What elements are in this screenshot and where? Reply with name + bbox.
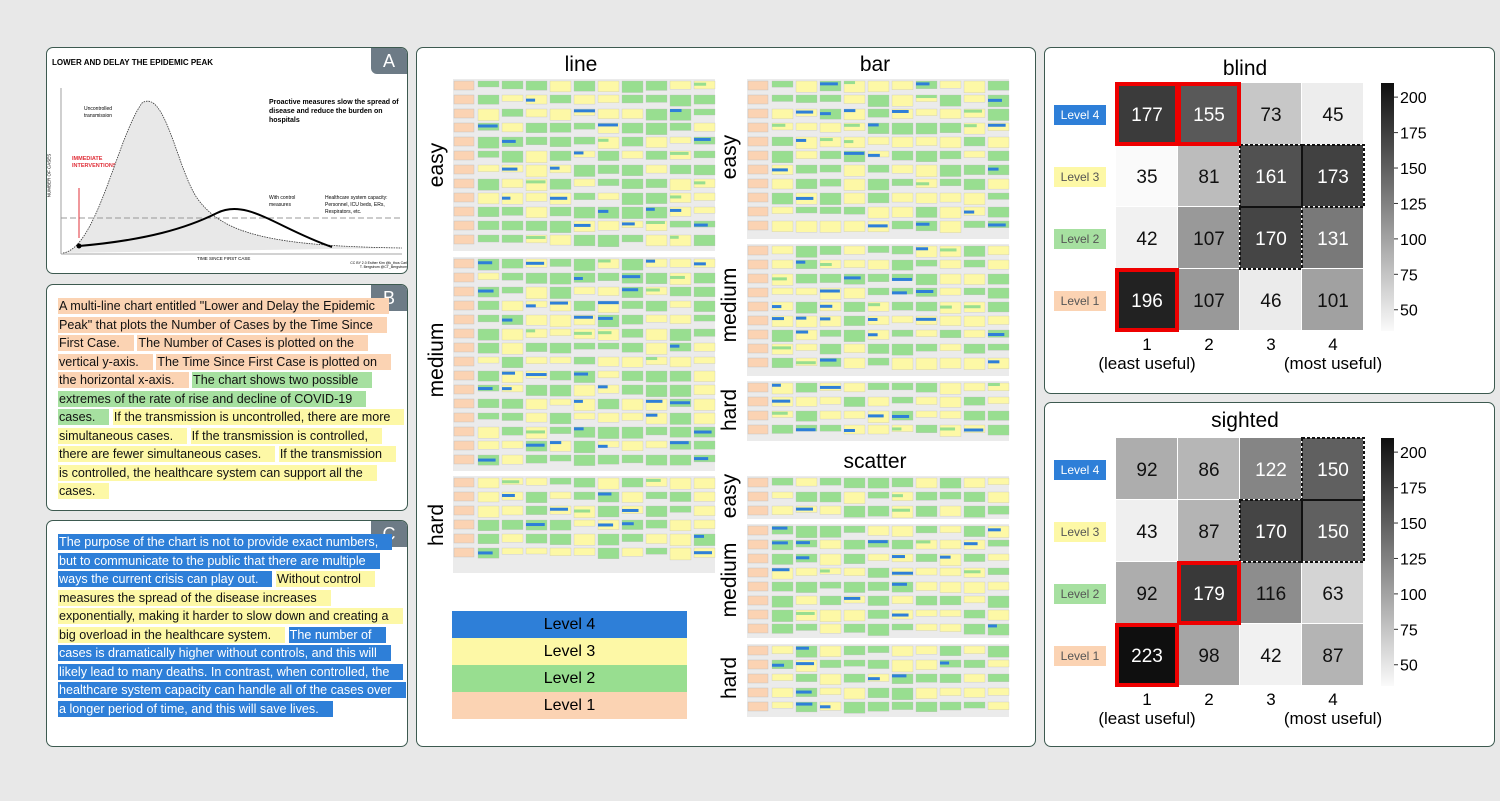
row-label: Level 1 bbox=[1061, 294, 1100, 308]
cell-value: 150 bbox=[1317, 460, 1349, 481]
cell-value: 86 bbox=[1198, 460, 1219, 481]
column-label: 4 bbox=[1328, 335, 1337, 354]
cell-value: 81 bbox=[1198, 167, 1219, 188]
cell-value: 150 bbox=[1317, 522, 1349, 543]
cell-value: 223 bbox=[1131, 646, 1163, 667]
cell-value: 122 bbox=[1255, 460, 1287, 481]
column-label: 2 bbox=[1204, 690, 1213, 709]
cell-value: 161 bbox=[1255, 167, 1287, 188]
row-label: Level 4 bbox=[1061, 463, 1100, 477]
panel-c: C The purpose of the chart is not to pro… bbox=[46, 520, 408, 747]
x-label-left: (least useful) bbox=[1098, 709, 1195, 728]
colorbar-tick-label: 100 bbox=[1400, 232, 1427, 249]
cell-value: 116 bbox=[1256, 584, 1286, 605]
column-label: 1 bbox=[1142, 690, 1151, 709]
colorbar-tick-label: 50 bbox=[1400, 658, 1418, 675]
cell-value: 45 bbox=[1322, 105, 1343, 126]
blind-heatmap-panel: blind Level 4 177 155 73 45 Level 3 35 81 161 173 L… bbox=[1044, 47, 1495, 394]
epidemic-curve-chart bbox=[60, 88, 403, 255]
cell-value: 170 bbox=[1255, 229, 1287, 250]
colorbar-tick-label: 100 bbox=[1400, 587, 1427, 604]
x-label-right: (most useful) bbox=[1284, 354, 1382, 373]
cell-value: 196 bbox=[1131, 291, 1163, 312]
cell-value: 42 bbox=[1136, 229, 1157, 250]
heatmap-title: sighted bbox=[1211, 409, 1279, 432]
cell-value: 107 bbox=[1193, 229, 1225, 250]
cell-value: 46 bbox=[1260, 291, 1281, 312]
column-label: 1 bbox=[1142, 335, 1151, 354]
column-label: 3 bbox=[1266, 335, 1275, 354]
row-label: Level 2 bbox=[1061, 232, 1100, 246]
cell-value: 155 bbox=[1193, 105, 1225, 126]
blind-heatmap: blind Level 4 177 155 73 45 Level 3 35 81 161 173 L… bbox=[1054, 57, 1427, 373]
cell-value: 92 bbox=[1136, 460, 1157, 481]
row-label: Level 4 bbox=[1061, 108, 1100, 122]
colorbar-tick-label: 200 bbox=[1400, 90, 1427, 107]
cell-value: 177 bbox=[1131, 105, 1163, 126]
colorbar-tick-label: 200 bbox=[1400, 445, 1427, 462]
legend-level-3: Level 3 bbox=[452, 638, 687, 665]
column-label: 4 bbox=[1328, 690, 1337, 709]
cell-value: 179 bbox=[1193, 584, 1225, 605]
colorbar-tick-label: 75 bbox=[1400, 267, 1418, 284]
cell-value: 42 bbox=[1260, 646, 1281, 667]
sighted-heatmap: sightedLevel 4 92 86 122 150Level 3 43 87 170 15… bbox=[1054, 409, 1427, 728]
cell-value: 87 bbox=[1198, 522, 1219, 543]
colorbar-tick-label: 150 bbox=[1400, 161, 1427, 178]
cell-value: 73 bbox=[1260, 105, 1281, 126]
legend-level-1: Level 1 bbox=[452, 692, 687, 719]
row-label: Level 3 bbox=[1061, 525, 1100, 539]
description-text: A multi-line chart entitled "Lower and D… bbox=[58, 297, 405, 501]
legend-level-2: Level 2 bbox=[452, 665, 687, 692]
legend-level-4: Level 4 bbox=[452, 611, 687, 638]
colorbar-tick-label: 125 bbox=[1400, 551, 1427, 568]
cell-value: 87 bbox=[1322, 646, 1343, 667]
colorbar-tick-label: 50 bbox=[1400, 303, 1418, 320]
cell-value: 43 bbox=[1136, 522, 1157, 543]
cell-value: 107 bbox=[1193, 291, 1225, 312]
colorbar-tick-label: 75 bbox=[1400, 622, 1418, 639]
row-label: Level 2 bbox=[1061, 587, 1100, 601]
cell-value: 101 bbox=[1317, 291, 1349, 312]
column-label: 3 bbox=[1266, 690, 1275, 709]
column-label: 2 bbox=[1204, 335, 1213, 354]
cell-value: 63 bbox=[1322, 584, 1343, 605]
row-label: Level 1 bbox=[1061, 649, 1100, 663]
cell-value: 35 bbox=[1136, 167, 1157, 188]
colorbar-tick-label: 175 bbox=[1400, 481, 1427, 498]
colorbar-tick-label: 150 bbox=[1400, 516, 1427, 533]
cell-value: 173 bbox=[1317, 167, 1349, 188]
colorbar bbox=[1381, 438, 1394, 686]
heatmap-title: blind bbox=[1223, 57, 1267, 80]
cell-value: 170 bbox=[1255, 522, 1287, 543]
colorbar bbox=[1381, 83, 1394, 331]
cell-value: 131 bbox=[1317, 229, 1349, 250]
x-label-right: (most useful) bbox=[1284, 709, 1382, 728]
colorbar-tick-label: 125 bbox=[1400, 196, 1427, 213]
description-text: The purpose of the chart is not to provi… bbox=[58, 533, 406, 718]
colorbar-tick-label: 175 bbox=[1400, 126, 1427, 143]
row-label: Level 3 bbox=[1061, 170, 1100, 184]
annotation-overview-panel: line bar scatter easy medium hard easy m… bbox=[416, 47, 1036, 747]
cell-value: 98 bbox=[1198, 646, 1219, 667]
cell-value: 92 bbox=[1136, 584, 1157, 605]
sighted-heatmap-panel: sighted Level 4 92 86 122 150 Level 3 43 87 170 15… bbox=[1044, 402, 1495, 747]
panel-b: B A multi-line chart entitled "Lower and… bbox=[46, 284, 408, 511]
panel-a: A LOWER AND DELAY THE EPIDEMIC PEAK Proa… bbox=[46, 47, 408, 274]
x-label-left: (least useful) bbox=[1098, 354, 1195, 373]
